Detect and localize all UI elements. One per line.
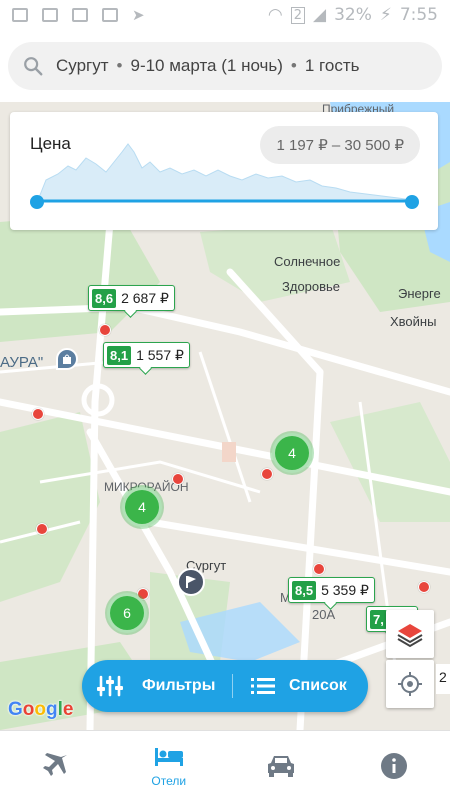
filters-button[interactable]: Фильтры (82, 660, 232, 712)
hotel-dot[interactable] (36, 523, 48, 535)
hotel-price-pin[interactable]: 8,1 1 557 ₽ (103, 342, 190, 368)
hotel-rating: 8,5 (292, 580, 317, 600)
battery-charging-icon: ⚡ (379, 5, 392, 25)
map-label-aura: АУРА" (0, 354, 44, 371)
filters-label: Фильтры (142, 677, 216, 694)
map-label-20a: 20А (312, 607, 336, 622)
list-label: Список (289, 677, 347, 694)
youtube-notification-icon (72, 8, 88, 22)
price-histogram (37, 143, 413, 203)
map-layers-button[interactable] (386, 610, 434, 658)
airplane-icon (43, 752, 68, 776)
map-label-energ: Энерге (398, 286, 441, 301)
nav-info[interactable] (338, 731, 450, 800)
mail-notification-icon (42, 8, 58, 22)
nav-flights[interactable] (0, 731, 113, 800)
filters-list-toggle: Фильтры Список (82, 660, 368, 712)
wifi-icon: ◠ (267, 5, 283, 25)
telegram-notification-icon: ➤ (132, 7, 145, 24)
bottom-navigation: Отели (0, 730, 450, 800)
nav-hotels-label: Отели (151, 773, 187, 788)
gallery-notification-icon (12, 8, 28, 22)
hotel-price-pin[interactable]: 8,5 5 359 ₽ (288, 577, 375, 603)
envelope-notification-icon (102, 8, 118, 22)
notification-icons: ➤ (12, 6, 145, 24)
hotel-cluster[interactable]: 4 (122, 487, 162, 527)
info-icon (380, 752, 407, 779)
sim-icon: 2 (290, 6, 305, 24)
hotel-cluster[interactable]: 4 (272, 433, 312, 473)
google-logo: Google (8, 699, 74, 720)
signal-icon: ◢ (313, 5, 327, 25)
hotel-dot[interactable] (313, 563, 325, 575)
nav-hotels[interactable]: Отели (113, 731, 226, 800)
hotel-rating: 8,6 (92, 288, 117, 308)
hotel-dot[interactable] (99, 324, 111, 336)
hotel-price: 1 557 ₽ (136, 346, 184, 363)
hotel-cluster[interactable]: 6 (107, 593, 147, 633)
price-filter-card: Цена 1 197 ₽ – 30 500 ₽ (10, 112, 438, 230)
hotel-price-pin[interactable]: 8,6 2 687 ₽ (88, 285, 175, 311)
hotel-price: 5 359 ₽ (321, 581, 369, 598)
map-label-solnechnoe: Солнечное (274, 254, 341, 269)
price-min-handle[interactable] (30, 195, 44, 209)
list-icon (251, 678, 275, 694)
car-icon (268, 755, 295, 777)
search-guests: 1 гость (304, 56, 360, 75)
search-icon (24, 57, 43, 76)
crosshair-icon (398, 672, 422, 696)
price-max-handle[interactable] (405, 195, 419, 209)
list-button[interactable]: Список (233, 660, 347, 712)
search-header: Сургут • 9-10 марта (1 ночь) • 1 гость (0, 30, 450, 102)
sliders-icon (97, 675, 123, 697)
search-dates: 9-10 марта (1 ночь) (130, 56, 283, 75)
hotel-bed-icon (154, 747, 183, 766)
clock: 7:55 (399, 5, 438, 25)
search-city: Сургут (56, 56, 109, 75)
nav-cars[interactable] (225, 731, 338, 800)
status-bar: ➤ ◠ 2 ◢ 32% ⚡ 7:55 (0, 0, 450, 30)
hotel-dot[interactable] (261, 468, 273, 480)
city-center-flag-icon[interactable] (177, 568, 205, 596)
search-separator: • (116, 56, 123, 75)
hotel-dot[interactable] (32, 408, 44, 420)
hotel-dot[interactable] (172, 473, 184, 485)
layers-icon (397, 624, 423, 648)
search-bar[interactable]: Сургут • 9-10 марта (1 ночь) • 1 гость (8, 42, 442, 90)
hotel-rating: 7, (370, 609, 387, 629)
hotel-rating: 8,1 (107, 345, 132, 365)
hotel-dot[interactable] (418, 581, 430, 593)
map-label-khvoiny: Хвойны (390, 314, 437, 329)
partial-map-pin[interactable]: 2 (436, 664, 450, 694)
hotel-price: 2 687 ₽ (121, 289, 169, 306)
my-location-button[interactable] (386, 660, 434, 708)
shopping-bag-icon[interactable] (56, 348, 78, 370)
battery-percent: 32% (334, 5, 372, 25)
search-separator: • (290, 56, 297, 75)
map-label-zdorovye: Здоровье (282, 279, 341, 294)
